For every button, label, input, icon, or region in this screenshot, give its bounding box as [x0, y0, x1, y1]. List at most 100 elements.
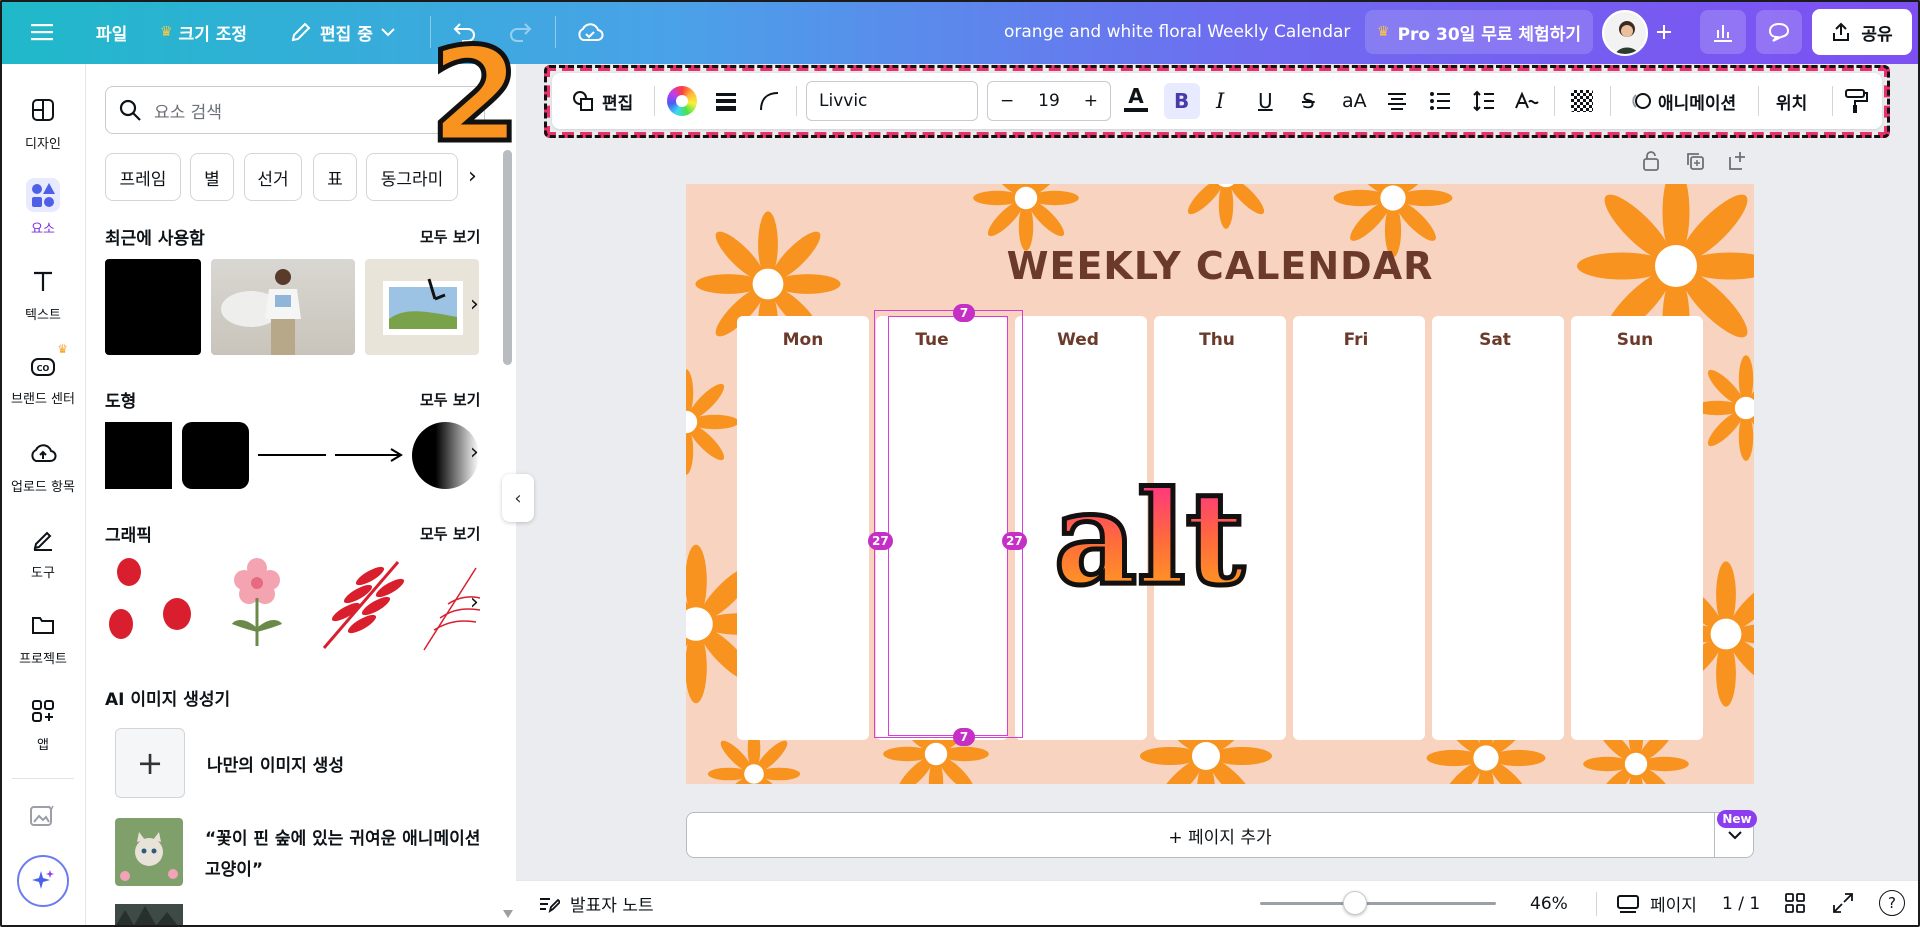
search-input[interactable]: 요소 검색: [105, 86, 485, 134]
scroll-down-icon[interactable]: [503, 910, 513, 918]
pro-trial-button[interactable]: ♛ Pro 30일 무료 체험하기: [1365, 10, 1593, 54]
rail-item-uploads[interactable]: 업로드 항목: [0, 436, 86, 495]
shape-line[interactable]: [258, 454, 326, 456]
rail-item-text[interactable]: 텍스트: [0, 264, 86, 323]
rail-item-projects[interactable]: 프로젝트: [0, 608, 86, 667]
chip-table[interactable]: 표: [313, 153, 357, 201]
font-family-dropdown[interactable]: Livvic: [806, 81, 978, 121]
duplicate-page-icon[interactable]: [1684, 150, 1706, 172]
corner-rounding-button[interactable]: [758, 90, 780, 116]
add-page-button[interactable]: + 페이지 추가: [686, 812, 1754, 858]
shape-rounded-square[interactable]: [182, 422, 249, 489]
shape-gradient-circle[interactable]: [412, 422, 479, 489]
italic-button[interactable]: I: [1216, 73, 1224, 129]
day-column-fri[interactable]: [1293, 316, 1425, 740]
increase-size-button[interactable]: +: [1084, 91, 1098, 111]
fullscreen-button[interactable]: [1832, 892, 1854, 918]
shapes-see-all-link[interactable]: 모두 보기: [420, 389, 480, 410]
edit-shape-button[interactable]: 편집: [572, 73, 633, 129]
rail-item-elements[interactable]: 요소: [0, 178, 86, 237]
collapse-panel-button[interactable]: ‹: [502, 474, 534, 522]
image-edit-icon[interactable]: [29, 804, 55, 832]
edit-mode-dropdown[interactable]: 편집 중: [290, 0, 395, 64]
strikethrough-button[interactable]: S: [1302, 73, 1315, 129]
ai-prompt-example[interactable]: “꽃이 핀 숲에 있는 귀여운 애니메이션 고양이”: [115, 818, 480, 886]
day-label-thu[interactable]: Thu: [1151, 330, 1283, 350]
font-size-stepper[interactable]: − 19 +: [987, 81, 1111, 121]
graphic-red-leaves[interactable]: [318, 554, 410, 650]
share-button[interactable]: 공유: [1812, 9, 1912, 55]
page-count[interactable]: 1 / 1: [1722, 880, 1760, 927]
animate-button[interactable]: 애니메이션: [1630, 73, 1736, 129]
alt-text-overlay[interactable]: alt: [1052, 473, 1248, 606]
text-effects-button[interactable]: [1514, 90, 1540, 116]
save-status-button[interactable]: [568, 14, 612, 50]
recent-item-black-square[interactable]: [105, 259, 201, 355]
ai-create-button[interactable]: + 나만의 이미지 생성: [115, 728, 344, 798]
graphics-see-all-link[interactable]: 모두 보기: [420, 523, 480, 544]
calendar-title[interactable]: WEEKLY CALENDAR: [686, 244, 1754, 288]
spacing-button[interactable]: [1472, 90, 1496, 116]
color-picker[interactable]: [667, 86, 697, 116]
spacing-handle-top[interactable]: 7: [953, 304, 975, 322]
chevron-right-icon[interactable]: ›: [470, 292, 479, 317]
letter-case-button[interactable]: aA: [1342, 73, 1367, 129]
spacing-handle-right[interactable]: 27: [1002, 532, 1027, 550]
bold-button[interactable]: B: [1174, 73, 1189, 129]
grid-view-button[interactable]: [1784, 892, 1806, 918]
day-column-mon[interactable]: [737, 316, 869, 740]
zoom-slider-track[interactable]: [1260, 902, 1496, 905]
add-page-icon[interactable]: [1727, 150, 1749, 172]
panel-scrollbar[interactable]: [503, 150, 512, 365]
analytics-button[interactable]: [1700, 10, 1746, 54]
day-label-sat[interactable]: Sat: [1429, 330, 1561, 350]
graphic-red-petals[interactable]: [105, 554, 197, 646]
transparency-button[interactable]: [1571, 90, 1593, 112]
day-column-sun[interactable]: [1571, 316, 1703, 740]
chevron-right-icon[interactable]: ›: [470, 590, 479, 615]
ai-thumbnail-partial[interactable]: [115, 904, 183, 927]
align-button[interactable]: [1386, 90, 1408, 116]
chip-election[interactable]: 선거: [244, 153, 302, 201]
border-weight-button[interactable]: [715, 90, 737, 116]
comments-button[interactable]: [1756, 10, 1802, 54]
shape-arrow-line[interactable]: [335, 446, 405, 464]
day-label-sun[interactable]: Sun: [1569, 330, 1701, 350]
rail-item-brand[interactable]: CO ♛ 브랜드 센터: [0, 342, 86, 407]
decrease-size-button[interactable]: −: [1000, 91, 1014, 111]
presenter-notes-button[interactable]: 발표자 노트: [538, 880, 654, 927]
zoom-slider-knob[interactable]: [1343, 891, 1367, 915]
recent-item-card-photo[interactable]: [365, 259, 479, 355]
menu-button[interactable]: [20, 14, 64, 50]
graphic-pink-flower[interactable]: [222, 554, 292, 650]
day-label-wed[interactable]: Wed: [1012, 330, 1144, 350]
document-title[interactable]: orange and white floral Weekly Calendar: [1004, 0, 1350, 64]
underline-button[interactable]: U: [1258, 73, 1273, 129]
font-size-value[interactable]: 19: [1038, 91, 1060, 111]
magic-assistant-button[interactable]: [17, 855, 69, 907]
zoom-level[interactable]: 46%: [1530, 880, 1568, 927]
add-collaborator-button[interactable]: [1642, 14, 1686, 50]
rail-item-apps[interactable]: 앱: [0, 694, 86, 753]
recent-item-tshirt-photo[interactable]: [211, 259, 355, 355]
chevron-right-icon[interactable]: ›: [470, 440, 479, 465]
chip-star[interactable]: 별: [190, 153, 234, 201]
lock-icon[interactable]: [1641, 150, 1661, 172]
list-button[interactable]: [1429, 90, 1451, 116]
file-menu[interactable]: 파일: [96, 0, 127, 64]
spacing-handle-left[interactable]: 27: [868, 532, 893, 550]
rail-item-design[interactable]: 디자인: [0, 93, 86, 152]
recent-see-all-link[interactable]: 모두 보기: [420, 226, 480, 247]
day-column-sat[interactable]: [1432, 316, 1564, 740]
day-label-mon[interactable]: Mon: [737, 330, 869, 350]
rail-item-tools[interactable]: 도구: [0, 522, 86, 581]
help-button[interactable]: ?: [1879, 890, 1905, 916]
copy-style-button[interactable]: [1844, 88, 1868, 118]
pages-button[interactable]: 페이지: [1616, 880, 1697, 927]
shape-square[interactable]: [105, 422, 172, 489]
text-color-button[interactable]: A: [1124, 86, 1148, 112]
position-button[interactable]: 위치: [1776, 73, 1807, 129]
chip-frame[interactable]: 프레임: [105, 153, 181, 201]
day-label-fri[interactable]: Fri: [1290, 330, 1422, 350]
resize-button[interactable]: ♛ 크기 조정: [160, 0, 247, 64]
